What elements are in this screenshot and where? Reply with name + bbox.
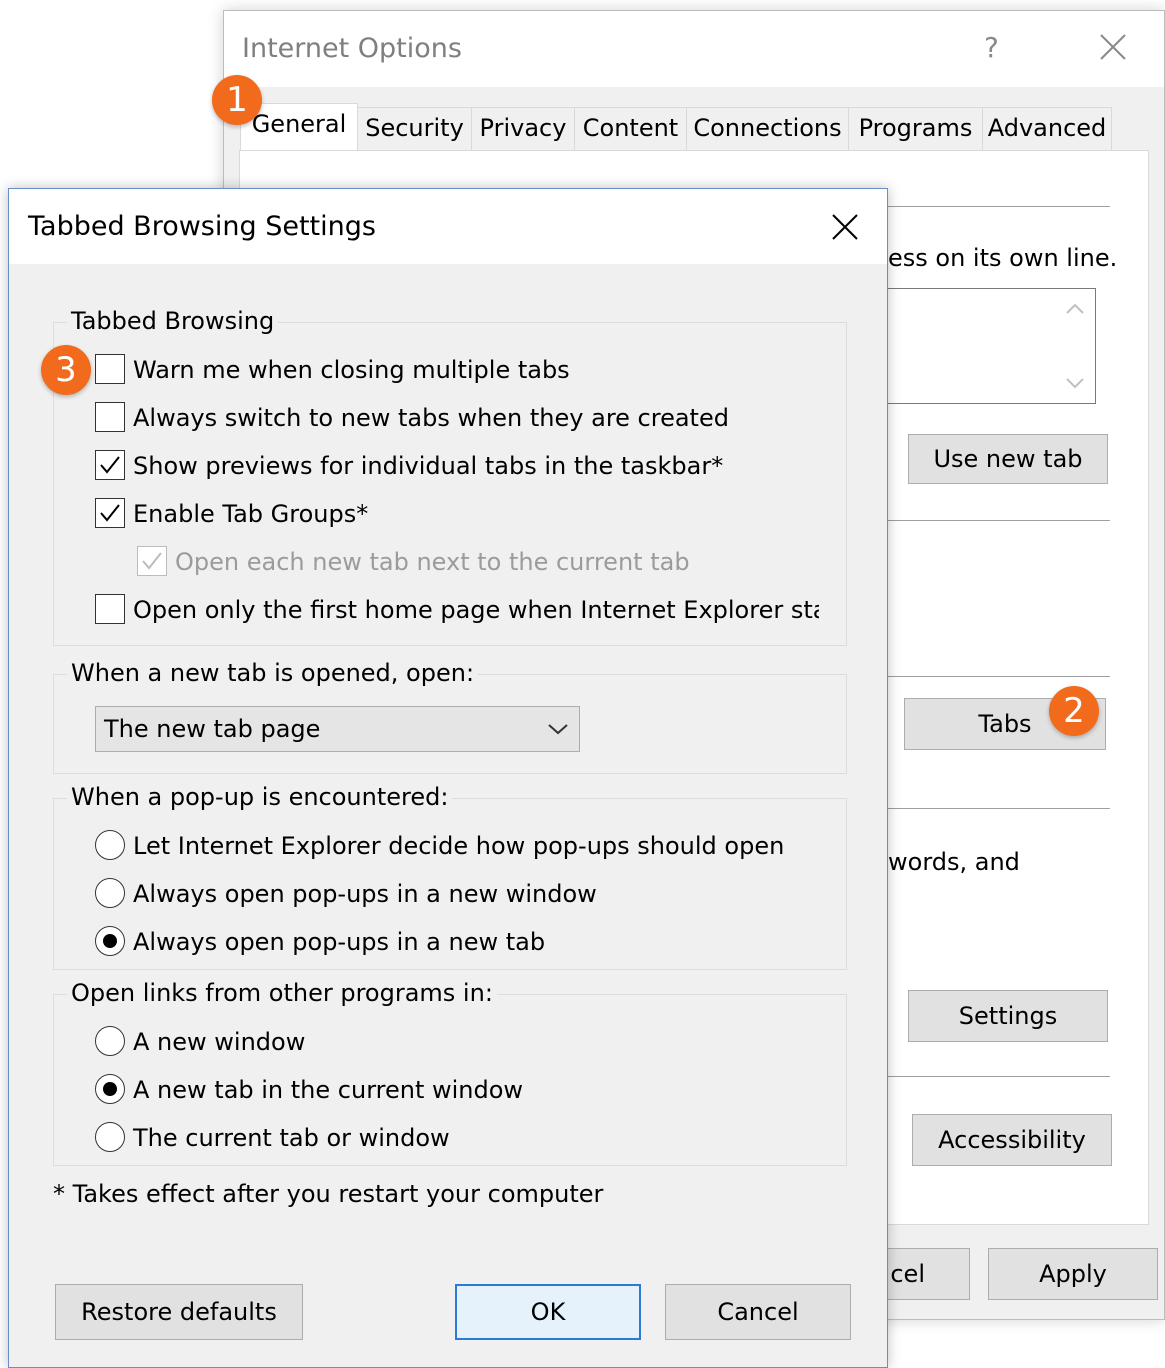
- divider: [880, 676, 1110, 677]
- restore-defaults-button[interactable]: Restore defaults: [55, 1284, 303, 1340]
- links-new-tab-radio[interactable]: [95, 1074, 125, 1104]
- always-switch-checkbox[interactable]: [95, 402, 125, 432]
- links-heading: Open links from other programs in:: [67, 979, 497, 1007]
- step-marker-3: 3: [41, 345, 91, 395]
- dialog-title: Tabbed Browsing Settings: [28, 211, 376, 242]
- links-new-window-label[interactable]: A new window: [133, 1028, 305, 1056]
- step-marker-1: 1: [212, 75, 262, 125]
- popup-new-tab-radio[interactable]: [95, 926, 125, 956]
- checkmark-icon: [100, 504, 120, 522]
- popup-ie-decides-radio[interactable]: [95, 830, 125, 860]
- new-tab-dropdown[interactable]: The new tab page: [95, 706, 580, 752]
- dialog-titlebar: Tabbed Browsing Settings: [9, 189, 887, 264]
- divider: [880, 808, 1110, 809]
- step-marker-2: 2: [1049, 686, 1099, 736]
- popup-ie-decides-label[interactable]: Let Internet Explorer decide how pop-ups…: [133, 832, 784, 860]
- settings-button[interactable]: Settings: [908, 990, 1108, 1042]
- links-current-tab-radio[interactable]: [95, 1122, 125, 1152]
- help-button[interactable]: ?: [984, 31, 999, 64]
- tab-programs[interactable]: Programs: [848, 107, 983, 151]
- tab-privacy[interactable]: Privacy: [471, 107, 575, 151]
- links-new-window-radio[interactable]: [95, 1026, 125, 1056]
- tab-content[interactable]: Content: [574, 107, 687, 151]
- popup-new-window-radio[interactable]: [95, 878, 125, 908]
- popup-new-tab-label[interactable]: Always open pop-ups in a new tab: [133, 928, 545, 956]
- enable-tab-groups-checkbox[interactable]: [95, 498, 125, 528]
- ok-button[interactable]: OK: [455, 1284, 641, 1340]
- links-new-tab-label[interactable]: A new tab in the current window: [133, 1076, 523, 1104]
- tab-connections[interactable]: Connections: [686, 107, 849, 151]
- radio-selected-dot: [103, 934, 117, 948]
- apply-button[interactable]: Apply: [988, 1248, 1158, 1300]
- divider: [880, 206, 1110, 207]
- popup-new-window-label[interactable]: Always open pop-ups in a new window: [133, 880, 597, 908]
- cancel-button[interactable]: Cancel: [665, 1284, 851, 1340]
- internet-options-titlebar: Internet Options ?: [224, 11, 1164, 87]
- enable-tab-groups-label[interactable]: Enable Tab Groups*: [133, 500, 368, 528]
- warn-closing-tabs-checkbox[interactable]: [95, 354, 125, 384]
- divider: [880, 1076, 1110, 1077]
- restart-footnote: * Takes effect after you restart your co…: [53, 1180, 604, 1208]
- home-page-textarea[interactable]: [880, 288, 1096, 404]
- new-tab-heading: When a new tab is opened, open:: [67, 659, 479, 687]
- new-tab-dropdown-value: The new tab page: [104, 715, 321, 743]
- close-icon[interactable]: [1099, 33, 1127, 61]
- always-switch-label[interactable]: Always switch to new tabs when they are …: [133, 404, 729, 432]
- divider: [880, 520, 1110, 521]
- taskbar-previews-checkbox[interactable]: [95, 450, 125, 480]
- chevron-down-icon: [548, 724, 568, 735]
- tab-advanced[interactable]: Advanced: [982, 107, 1112, 151]
- use-new-tab-button[interactable]: Use new tab: [908, 434, 1108, 484]
- close-icon[interactable]: [831, 213, 859, 241]
- links-current-tab-label[interactable]: The current tab or window: [133, 1124, 450, 1152]
- first-home-page-label[interactable]: Open only the first home page when Inter…: [133, 596, 819, 624]
- first-home-page-checkbox[interactable]: [95, 594, 125, 624]
- taskbar-previews-label[interactable]: Show previews for individual tabs in the…: [133, 452, 723, 480]
- accessibility-button[interactable]: Accessibility: [912, 1114, 1112, 1166]
- tabbed-browsing-heading: Tabbed Browsing: [67, 307, 279, 335]
- window-title: Internet Options: [242, 33, 462, 64]
- scroll-up-icon[interactable]: [1065, 303, 1085, 315]
- checkmark-icon: [100, 456, 120, 474]
- warn-closing-tabs-label[interactable]: Warn me when closing multiple tabs: [133, 356, 570, 384]
- open-next-to-current-checkbox: [137, 546, 167, 576]
- browsing-history-hint-text: words, and: [888, 848, 1020, 876]
- popup-heading: When a pop-up is encountered:: [67, 783, 453, 811]
- open-next-to-current-label: Open each new tab next to the current ta…: [175, 548, 690, 576]
- tab-security[interactable]: Security: [357, 107, 472, 151]
- radio-selected-dot: [103, 1082, 117, 1096]
- home-page-hint-text: ess on its own line.: [888, 244, 1118, 272]
- first-home-page-label-clip: Open only the first home page when Inter…: [133, 594, 819, 628]
- tabbed-browsing-settings-dialog: Tabbed Browsing Settings Tabbed Browsing…: [8, 188, 888, 1368]
- scroll-down-icon[interactable]: [1065, 377, 1085, 389]
- checkmark-icon: [142, 552, 162, 570]
